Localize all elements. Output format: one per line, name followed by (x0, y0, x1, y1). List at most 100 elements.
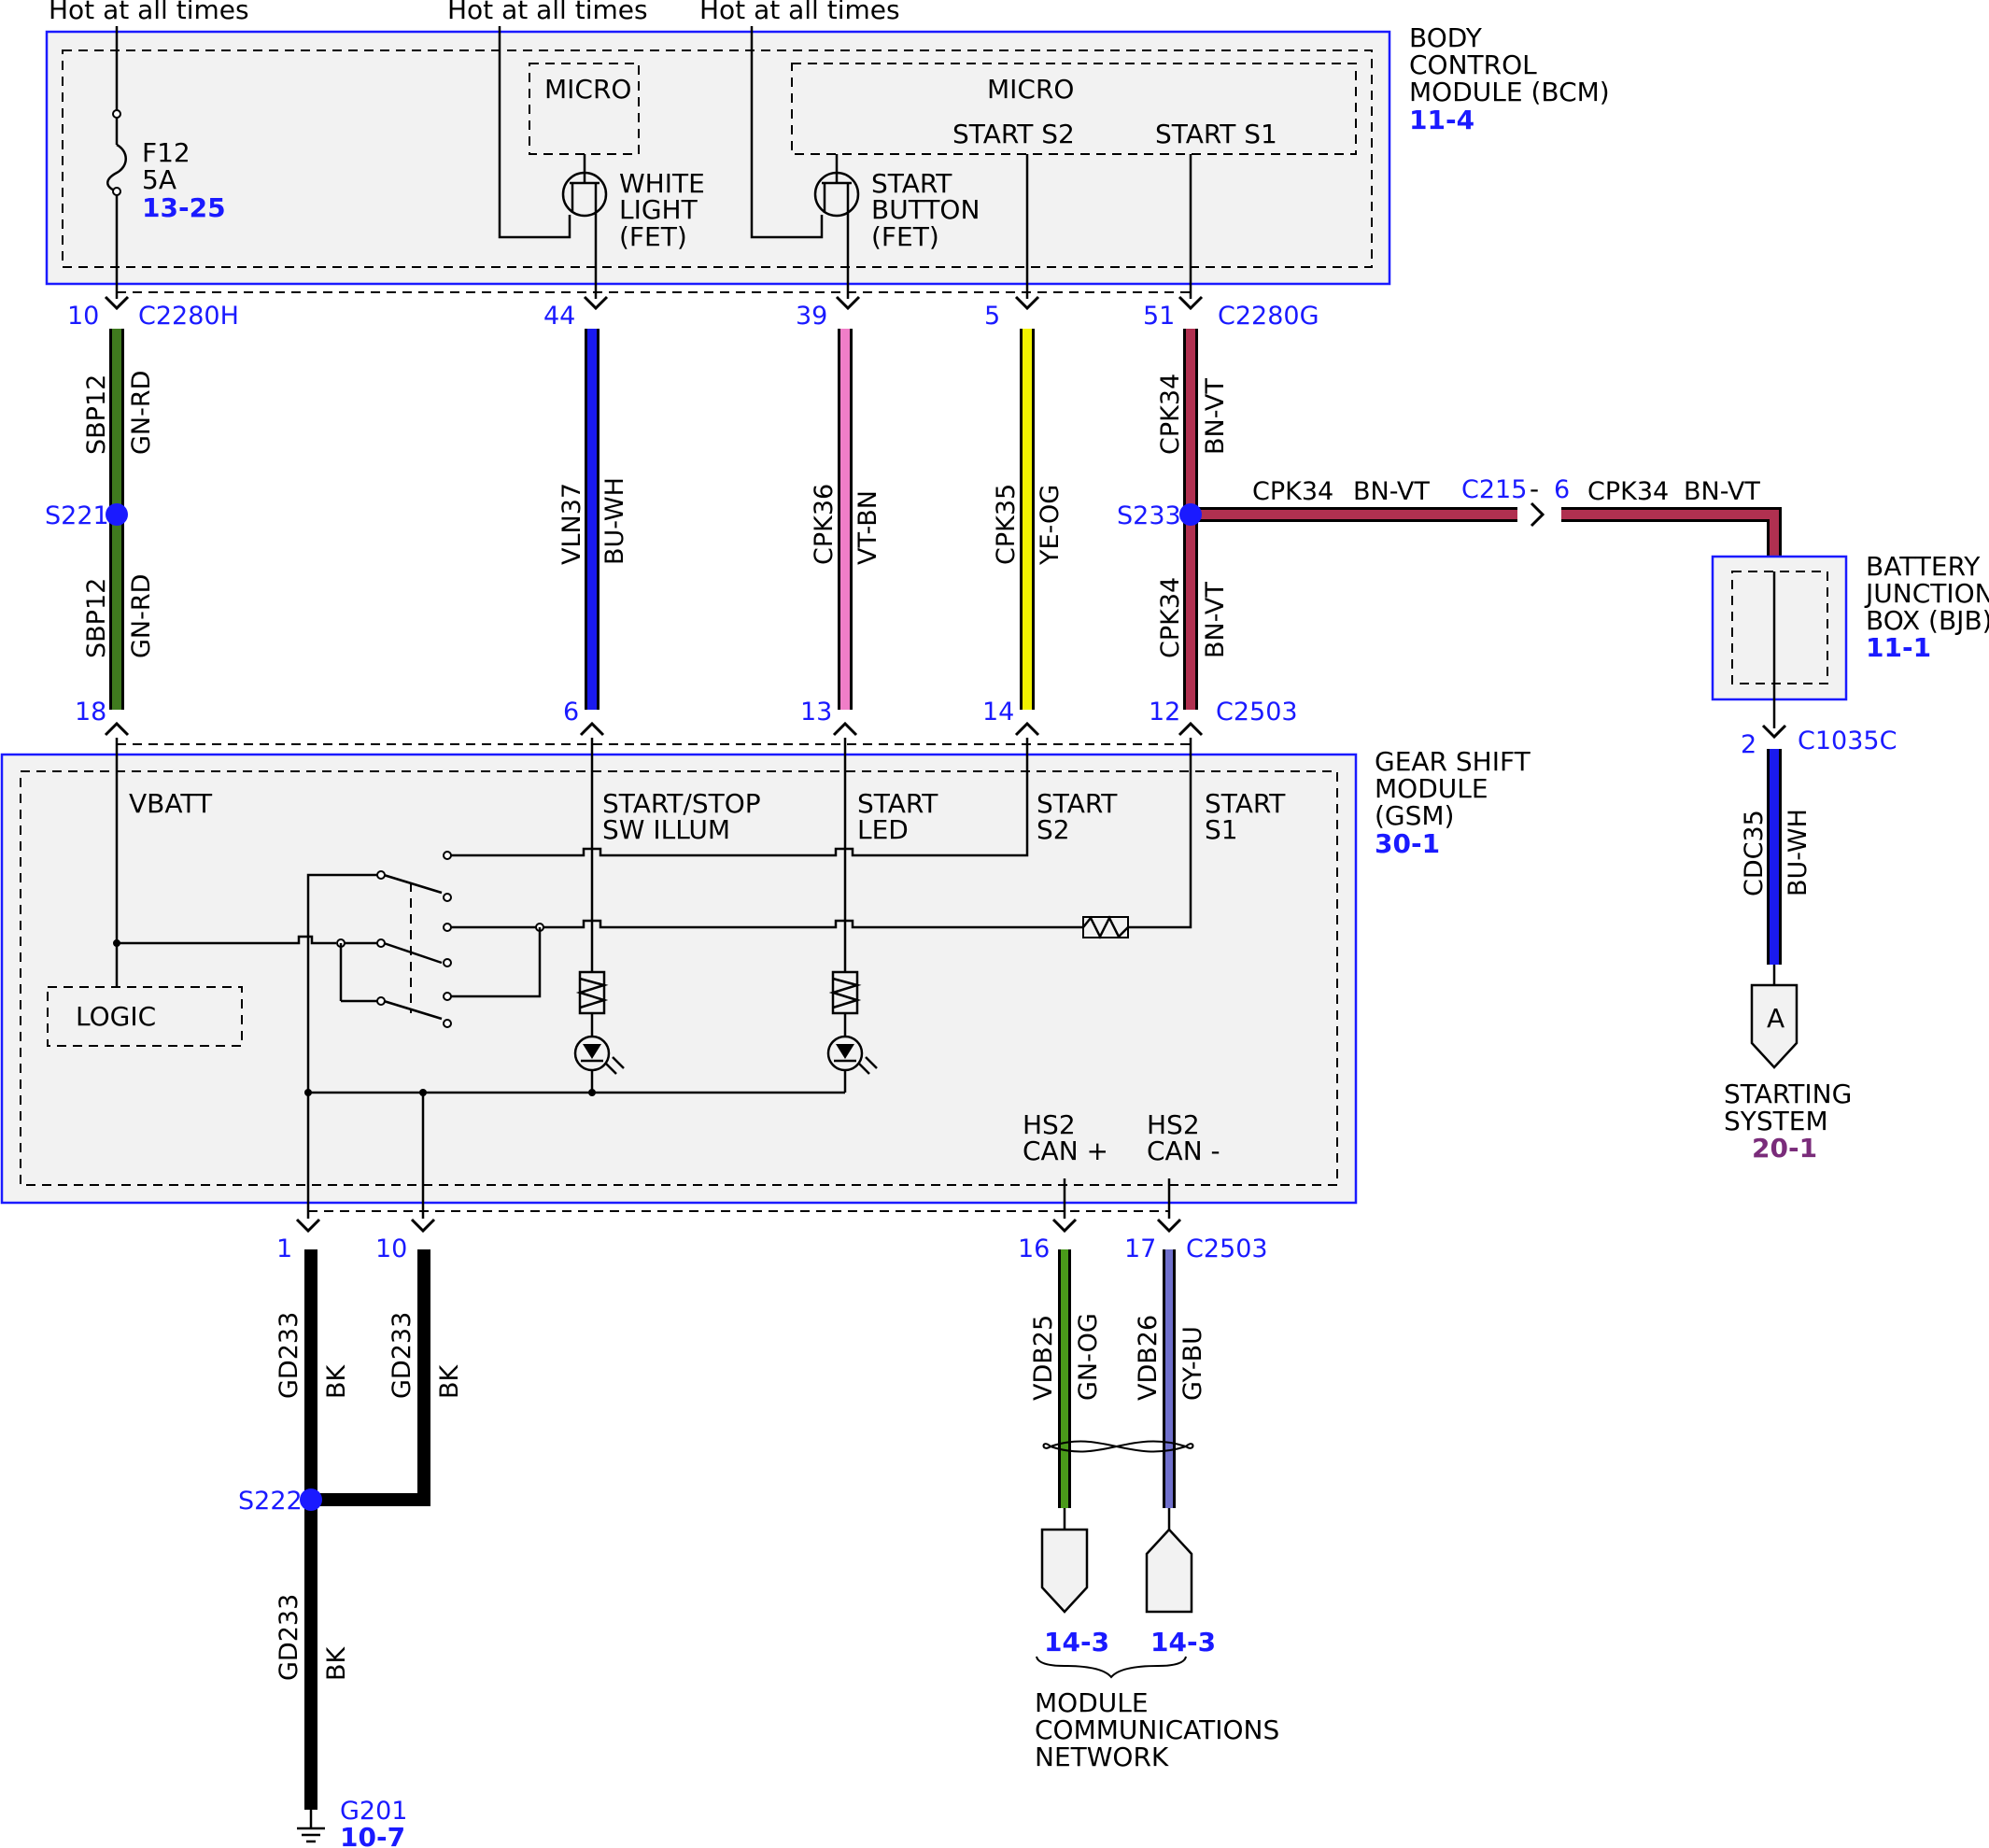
gsm-pin-17: 17 (1124, 1234, 1156, 1263)
bcm-pin-39: 39 (796, 302, 827, 331)
wire-sbp12-lower-circuit: SBP12 (82, 578, 111, 658)
white-light-fet-line-3: (FET) (619, 221, 687, 252)
fuse-ref-link[interactable]: 13-25 (142, 192, 226, 223)
gsm-ref-link[interactable]: 30-1 (1375, 828, 1440, 859)
wire-cdc35-circuit: CDC35 (1740, 810, 1769, 896)
wire-cpk34-h1-color: BN-VT (1353, 477, 1430, 506)
inline-connector-c215 (1530, 501, 1545, 528)
wire-cpk35-circuit: CPK35 (992, 484, 1021, 565)
wire-cpk34-h2-circuit: CPK34 (1587, 477, 1669, 506)
gsm-top-connector-pins (104, 721, 1204, 737)
gsm-bottom-connector-pins (295, 1218, 1182, 1234)
ground-icon (297, 1810, 325, 1843)
bcm-ref-link[interactable]: 11-4 (1409, 105, 1474, 135)
splice-s222-label: S222 (238, 1487, 303, 1516)
wiring-diagram: Hot at all times Hot at all times Hot at… (0, 0, 1989, 1848)
wire-cpk35-color: YE-OG (1036, 485, 1065, 566)
start-button-fet-line-3: (FET) (871, 221, 939, 252)
connector-c1035c: C1035C (1798, 727, 1897, 755)
gsm-pin-18: 18 (75, 698, 106, 727)
hot-at-all-times-label-3: Hot at all times (699, 0, 900, 25)
wire-sbp12-upper-color: GN-RD (127, 371, 156, 455)
wire-cpk34 (1183, 329, 1782, 710)
gsm-led-line-2: LED (857, 814, 909, 845)
gsm-can-plus-line-2: CAN + (1023, 1136, 1108, 1166)
bcm-title-line-3: MODULE (BCM) (1409, 77, 1610, 107)
wire-sbp12-upper-circuit: SBP12 (82, 374, 111, 455)
wire-cpk34-h1-circuit: CPK34 (1252, 477, 1333, 506)
bcm-pin-10: 10 (67, 302, 99, 331)
splice-s222 (300, 1488, 322, 1511)
bcm-pin-5: 5 (984, 302, 1000, 331)
wire-vdb25-circuit: VDB25 (1029, 1315, 1058, 1401)
bjb-ref-link[interactable]: 11-1 (1866, 632, 1931, 663)
gsm-can-minus-line-2: CAN - (1147, 1136, 1220, 1166)
hot-at-all-times-label-1: Hot at all times (49, 0, 249, 25)
bcm-micro-label-2: MICRO (987, 74, 1074, 105)
wire-gd233-3-color: BK (322, 1645, 351, 1681)
starting-system-ref-link[interactable]: 20-1 (1752, 1133, 1817, 1164)
wire-vdb26-circuit: VDB26 (1134, 1315, 1163, 1401)
network-brace-icon (1036, 1656, 1187, 1679)
gsm-pin-16: 16 (1018, 1234, 1050, 1263)
connector-c215: C215 (1461, 475, 1527, 504)
fuse-rating: 5A (142, 164, 176, 195)
can-plus-connector-icon[interactable] (1040, 1528, 1089, 1614)
ground-ref-link[interactable]: 10-7 (340, 1822, 405, 1848)
gsm-s1-line-2: S1 (1205, 814, 1238, 845)
bcm-micro-label-1: MICRO (544, 74, 631, 105)
wire-cpk36-circuit: CPK36 (810, 484, 839, 565)
wire-cpk34-upper-color: BN-VT (1201, 378, 1230, 455)
wire-cpk34-lower-color: BN-VT (1201, 582, 1230, 658)
bcm-pin-51: 51 (1143, 302, 1175, 331)
gsm-pin-6: 6 (563, 698, 579, 727)
wire-vln37-circuit: VLN37 (557, 483, 586, 565)
wire-gd233-2-color: BK (435, 1363, 464, 1399)
connector-c2503-bottom: C2503 (1186, 1234, 1268, 1263)
wire-cdc35-color: BU-WH (1784, 809, 1813, 896)
starting-system-letter: A (1767, 1003, 1784, 1034)
gsm-pin-14: 14 (982, 698, 1014, 727)
gsm-logic-label: LOGIC (76, 1001, 156, 1032)
connector-c215-dash: - (1530, 473, 1539, 504)
network-line-3: NETWORK (1035, 1742, 1169, 1772)
wire-cpk34-upper-circuit: CPK34 (1156, 374, 1185, 455)
splice-s221-label: S221 (45, 501, 109, 530)
body-control-module: MICRO MICRO START S2 START S1 (45, 30, 1391, 286)
bcm-connector-pins (104, 295, 1204, 311)
splice-s233-label: S233 (1117, 501, 1181, 530)
wire-vdb26-color: GY-BU (1178, 1326, 1207, 1401)
bjb-pin-2: 2 (1741, 730, 1756, 759)
wire-cpk34-lower-circuit: CPK34 (1156, 577, 1185, 658)
wire-gd233-1-circuit: GD233 (275, 1312, 303, 1399)
wire-gd233-2-circuit: GD233 (388, 1312, 416, 1399)
wire-vln37-color: BU-WH (600, 477, 629, 565)
connector-c2503-top: C2503 (1216, 698, 1298, 727)
wire-gd233-3-circuit: GD233 (275, 1594, 303, 1681)
gsm-pin-13: 13 (800, 698, 832, 727)
connector-c2280h: C2280H (138, 302, 239, 331)
hot-at-all-times-label-2: Hot at all times (447, 0, 648, 25)
bcm-start-s2-label: START S2 (952, 119, 1075, 149)
bcm-pin-44: 44 (543, 302, 575, 331)
gsm-pin-12: 12 (1149, 698, 1180, 727)
wire-cpk34-h2-color: BN-VT (1684, 477, 1760, 506)
battery-junction-box (1711, 555, 1848, 701)
gsm-vbatt-label: VBATT (129, 788, 213, 819)
gsm-pin-10: 10 (375, 1234, 407, 1263)
can-minus-connector-icon[interactable] (1145, 1528, 1193, 1614)
gsm-title-line-3: (GSM) (1375, 800, 1454, 831)
bcm-start-s1-label: START S1 (1155, 119, 1277, 149)
network-ref-link-2[interactable]: 14-3 (1150, 1627, 1216, 1658)
wire-cpk36-color: VT-BN (853, 490, 882, 565)
connector-c215-pin: 6 (1554, 475, 1570, 504)
wire-sbp12-lower-color: GN-RD (127, 574, 156, 658)
wire-gd233-1-color: BK (322, 1363, 351, 1399)
wire-vdb25-color: GN-OG (1074, 1313, 1103, 1401)
gsm-pin-1: 1 (276, 1234, 292, 1263)
network-ref-link-1[interactable]: 14-3 (1044, 1627, 1109, 1658)
gsm-illum-line-2: SW ILLUM (602, 814, 730, 845)
splice-s233 (1179, 503, 1202, 526)
gsm-s2-line-2: S2 (1037, 814, 1070, 845)
connector-c2280g: C2280G (1218, 302, 1319, 331)
